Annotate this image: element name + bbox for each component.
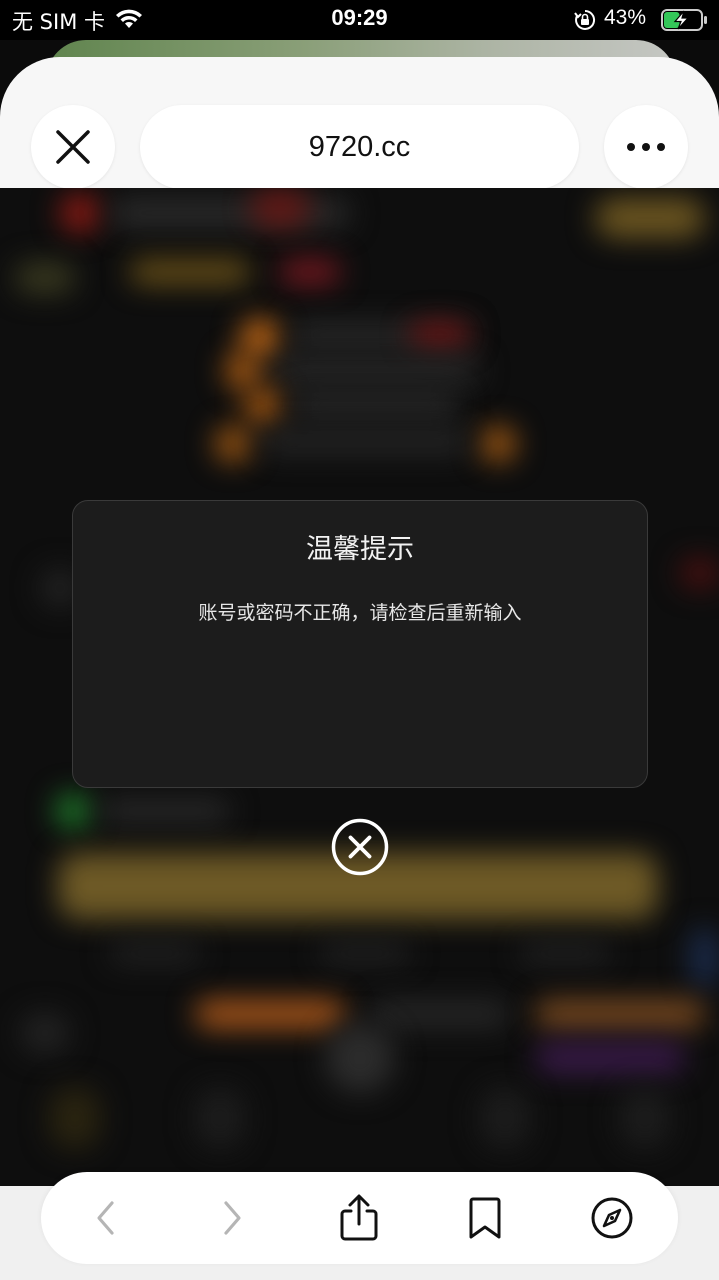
- forward-button[interactable]: [202, 1172, 262, 1264]
- tabs-compass-button[interactable]: [582, 1172, 642, 1264]
- circle-close-icon[interactable]: [331, 818, 389, 876]
- orientation-lock-icon: [574, 9, 596, 30]
- url-text: 9720.cc: [308, 131, 411, 163]
- forward-icon: [224, 1201, 241, 1235]
- share-button[interactable]: [329, 1172, 389, 1264]
- bookmarks-button[interactable]: [455, 1172, 515, 1264]
- battery-percent: 43%: [604, 6, 647, 29]
- browser-bottom-toolbar: [0, 1172, 719, 1280]
- address-bar[interactable]: 9720.cc: [140, 105, 579, 189]
- close-tab-button[interactable]: [31, 105, 115, 189]
- dialog-title: 温馨提示: [306, 534, 414, 565]
- battery-charging-icon: [661, 9, 707, 31]
- back-button[interactable]: [76, 1172, 136, 1264]
- more-dots-icon: [627, 143, 665, 151]
- toolbar-pill: [41, 1172, 678, 1264]
- bookmarks-icon: [469, 1197, 501, 1239]
- address-panel: 9720.cc: [0, 57, 719, 189]
- browser-top-bar: 9720.cc: [0, 40, 719, 189]
- close-icon: [56, 130, 90, 164]
- status-bar: 无 SIM 卡 09:29 43%: [0, 0, 719, 40]
- share-icon: [340, 1194, 378, 1241]
- dialog-message: 账号或密码不正确，请检查后重新输入: [198, 602, 522, 624]
- alert-dialog: 温馨提示 账号或密码不正确，请检查后重新输入: [72, 500, 648, 788]
- compass-icon: [591, 1197, 633, 1239]
- back-icon: [97, 1201, 114, 1235]
- more-button[interactable]: [604, 105, 688, 189]
